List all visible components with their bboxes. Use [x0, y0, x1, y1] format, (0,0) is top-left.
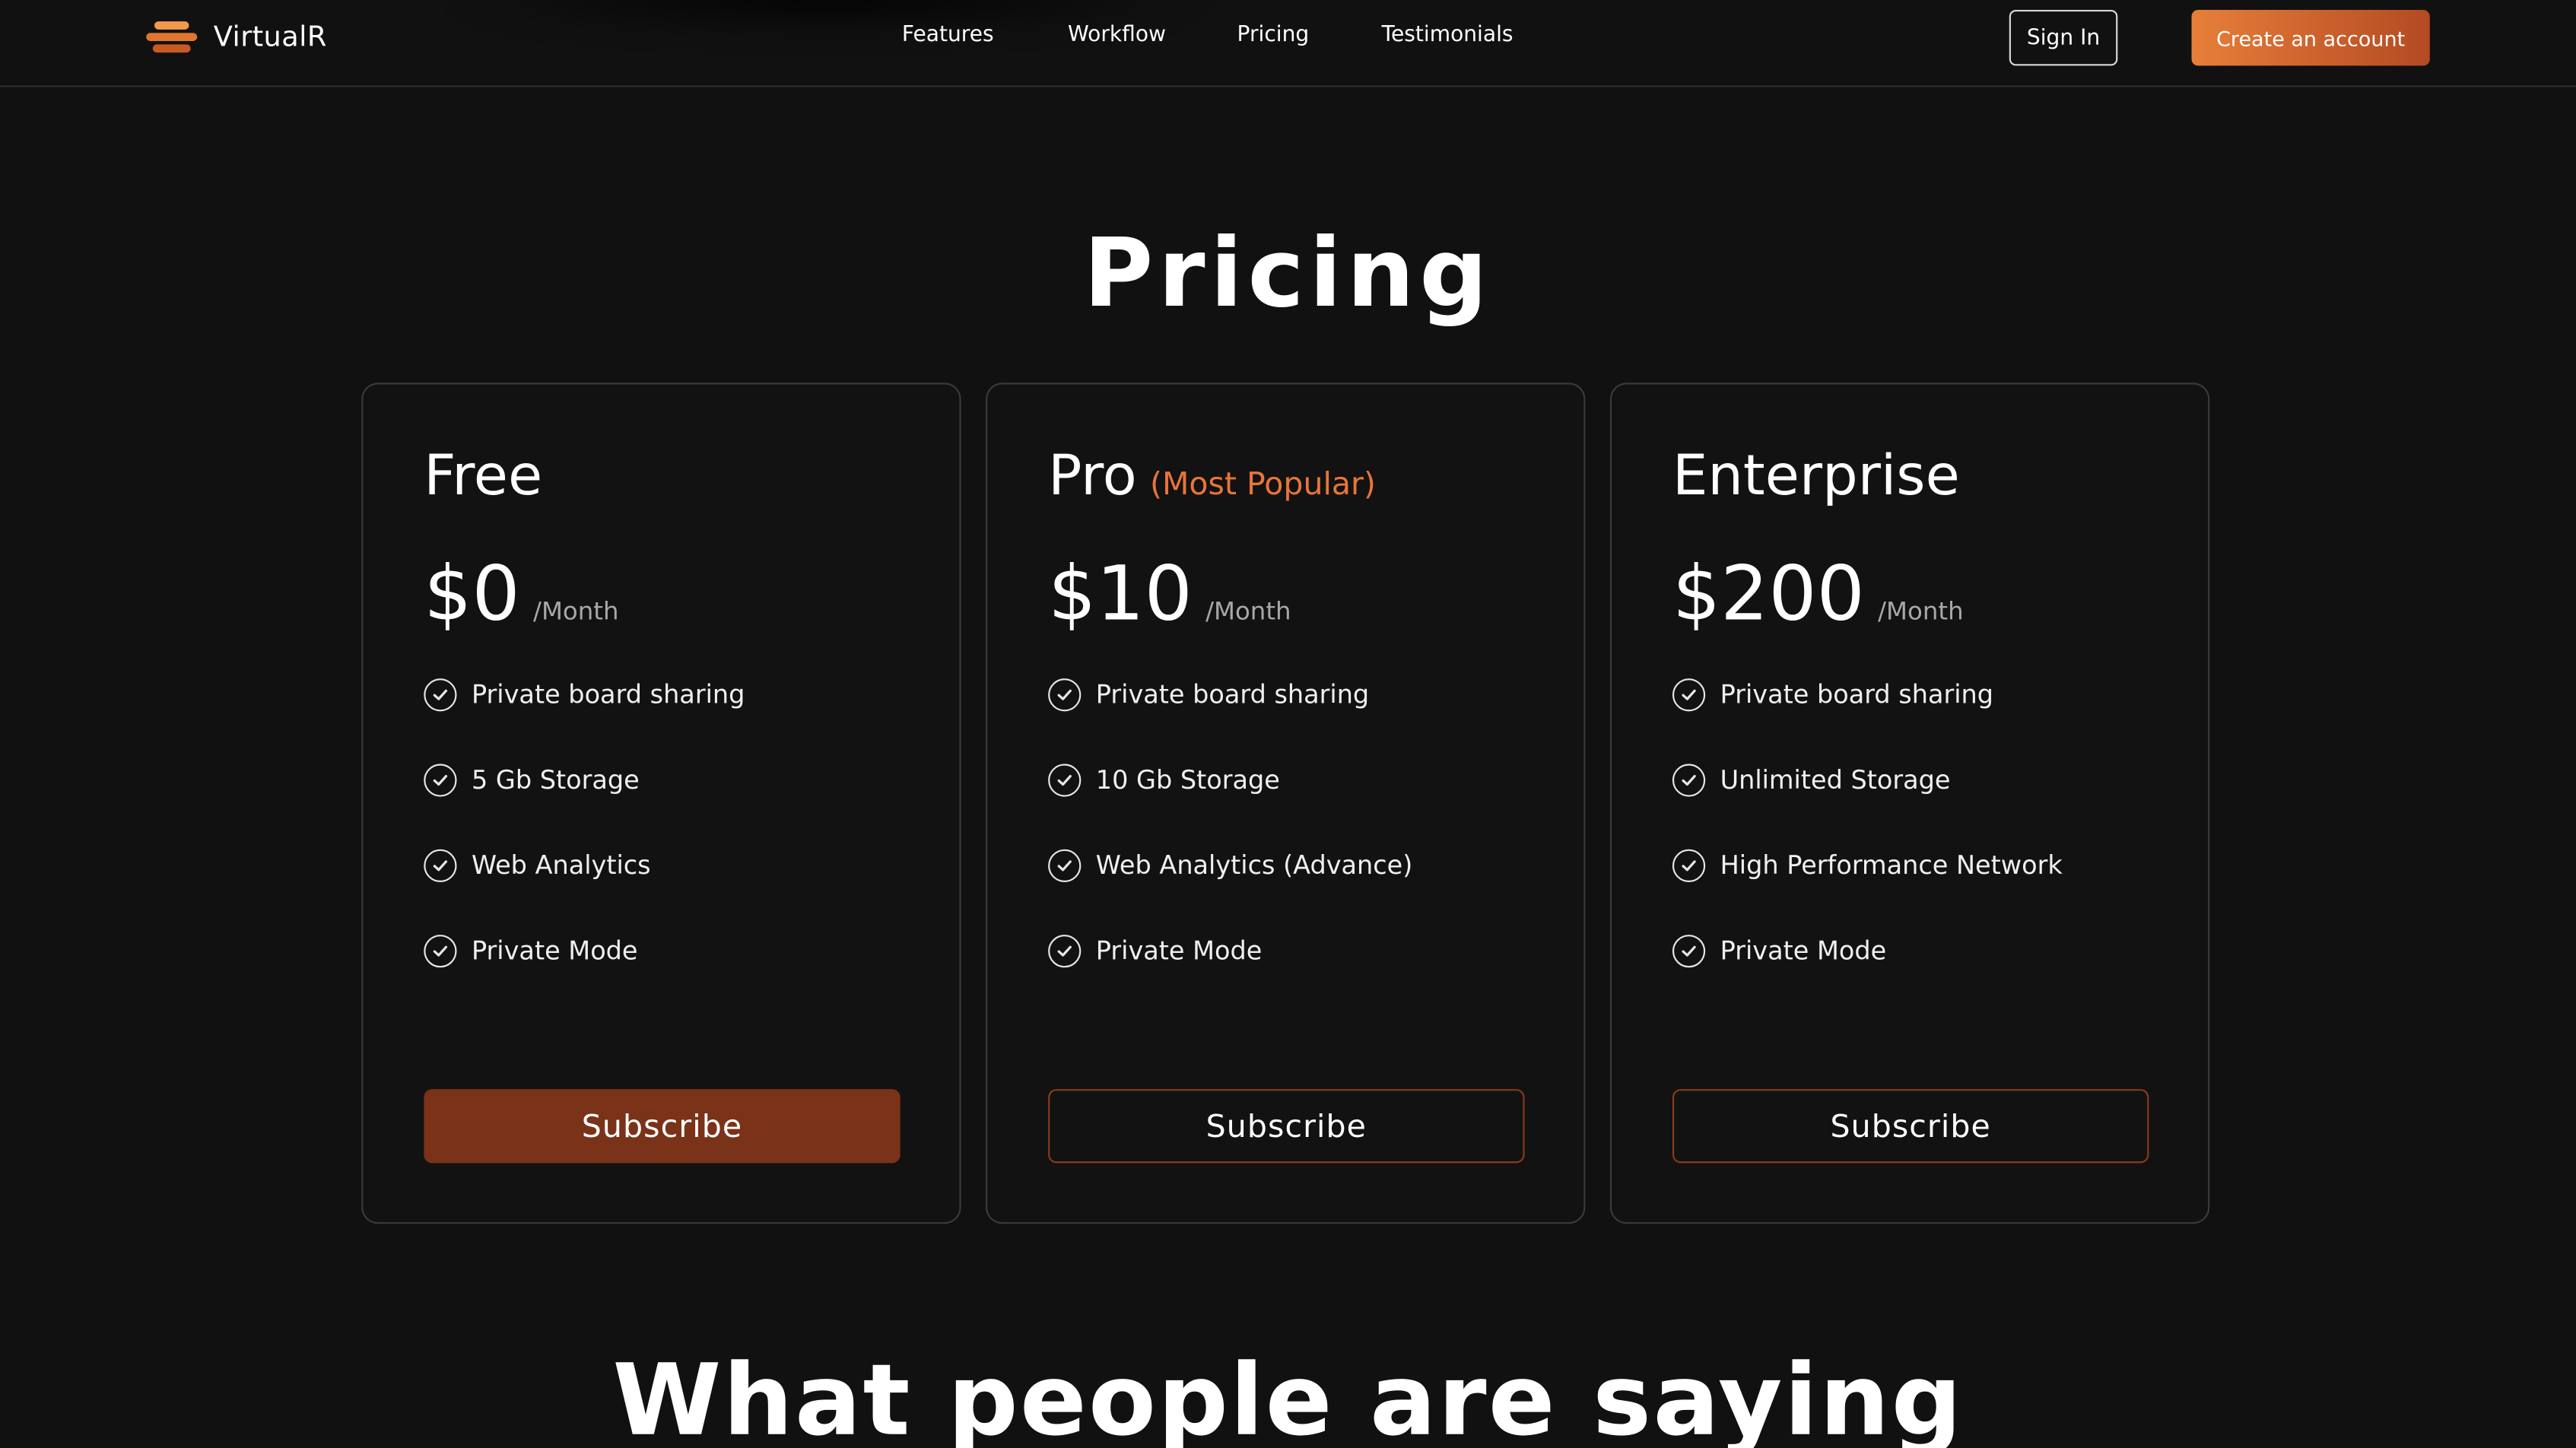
plan-period: /Month — [1878, 596, 1964, 626]
nav-features-link[interactable]: Features — [902, 23, 994, 47]
nav-testimonials-link[interactable]: Testimonials — [1382, 23, 1514, 47]
check-circle-icon — [424, 849, 457, 882]
feature-item: Private board sharing — [1672, 677, 2063, 762]
plan-card-free: Free $0 /Month Private board sharing 5 G… — [361, 383, 961, 1224]
feature-item: Private Mode — [1048, 933, 1412, 1018]
feature-item: 10 Gb Storage — [1048, 762, 1412, 847]
feature-item: Private board sharing — [1048, 677, 1412, 762]
plan-name-text: Enterprise — [1672, 443, 1960, 510]
plan-name-text: Free — [424, 443, 543, 510]
feature-text: Private board sharing — [1095, 680, 1370, 710]
feature-text: 10 Gb Storage — [1095, 765, 1280, 795]
feature-text: Private board sharing — [471, 680, 745, 710]
plan-price-row: $200 /Month — [1672, 548, 1964, 637]
plan-name: Pro (Most Popular) — [1048, 443, 1376, 509]
plan-period: /Month — [533, 596, 619, 626]
create-account-button[interactable]: Create an account — [2191, 9, 2430, 66]
plan-price-row: $10 /Month — [1048, 548, 1291, 637]
subscribe-button-enterprise[interactable]: Subscribe — [1672, 1089, 2149, 1164]
feature-text: Private Mode — [1720, 936, 1887, 967]
plan-card-enterprise: Enterprise $200 /Month Private board sha… — [1609, 383, 2210, 1224]
check-circle-icon — [1672, 764, 1706, 797]
feature-text: 5 Gb Storage — [471, 765, 640, 795]
feature-text: Unlimited Storage — [1720, 765, 1951, 795]
plan-card-pro: Pro (Most Popular) $10 /Month Private boa… — [986, 383, 1586, 1224]
feature-item: 5 Gb Storage — [424, 762, 745, 847]
feature-text: High Performance Network — [1720, 850, 2063, 881]
plan-name: Free — [424, 443, 542, 509]
check-circle-icon — [424, 678, 457, 712]
subscribe-button-pro[interactable]: Subscribe — [1048, 1089, 1525, 1164]
check-circle-icon — [1672, 935, 1706, 968]
plan-name: Enterprise — [1672, 443, 1960, 509]
most-popular-badge: (Most Popular) — [1149, 466, 1376, 503]
feature-item: Private Mode — [424, 933, 745, 1018]
plan-price: $200 — [1672, 548, 1865, 638]
plan-feature-list: Private board sharing 5 Gb Storage Web A… — [424, 677, 745, 1018]
feature-text: Private board sharing — [1720, 680, 1994, 710]
plan-feature-list: Private board sharing Unlimited Storage … — [1672, 677, 2063, 1018]
testimonials-title: What people are saying — [612, 1343, 1964, 1448]
layered-stack-logo-icon — [145, 20, 199, 56]
check-circle-icon — [424, 764, 457, 797]
sign-in-button[interactable]: Sign In — [2009, 9, 2118, 66]
check-circle-icon — [1672, 678, 1706, 712]
nav-workflow-link[interactable]: Workflow — [1068, 23, 1166, 47]
check-circle-icon — [424, 935, 457, 968]
feature-text: Web Analytics — [471, 850, 651, 881]
feature-item: Web Analytics — [424, 848, 745, 933]
feature-text: Private Mode — [471, 936, 638, 967]
top-navbar: VirtualR Features Workflow Pricing Testi… — [0, 0, 2576, 87]
brand-logo[interactable]: VirtualR — [145, 20, 327, 56]
feature-item: Private Mode — [1672, 933, 2063, 1018]
check-circle-icon — [1048, 678, 1082, 712]
feature-item: High Performance Network — [1672, 848, 2063, 933]
check-circle-icon — [1048, 764, 1082, 797]
pricing-title: Pricing — [1083, 217, 1493, 329]
plan-name-text: Pro — [1048, 443, 1137, 510]
check-circle-icon — [1048, 849, 1082, 882]
check-circle-icon — [1048, 935, 1082, 968]
feature-text: Private Mode — [1095, 936, 1263, 967]
plan-feature-list: Private board sharing 10 Gb Storage Web … — [1048, 677, 1412, 1018]
check-circle-icon — [1672, 849, 1706, 882]
feature-item: Web Analytics (Advance) — [1048, 848, 1412, 933]
nav-pricing-link[interactable]: Pricing — [1237, 23, 1310, 47]
subscribe-button-free[interactable]: Subscribe — [424, 1089, 900, 1164]
plan-price-row: $0 /Month — [424, 548, 618, 637]
brand-name: VirtualR — [213, 21, 327, 55]
feature-item: Unlimited Storage — [1672, 762, 2063, 847]
plan-price: $0 — [424, 548, 520, 638]
feature-text: Web Analytics (Advance) — [1095, 850, 1413, 881]
plan-period: /Month — [1205, 596, 1291, 626]
feature-item: Private board sharing — [424, 677, 745, 762]
plan-price: $10 — [1048, 548, 1193, 638]
